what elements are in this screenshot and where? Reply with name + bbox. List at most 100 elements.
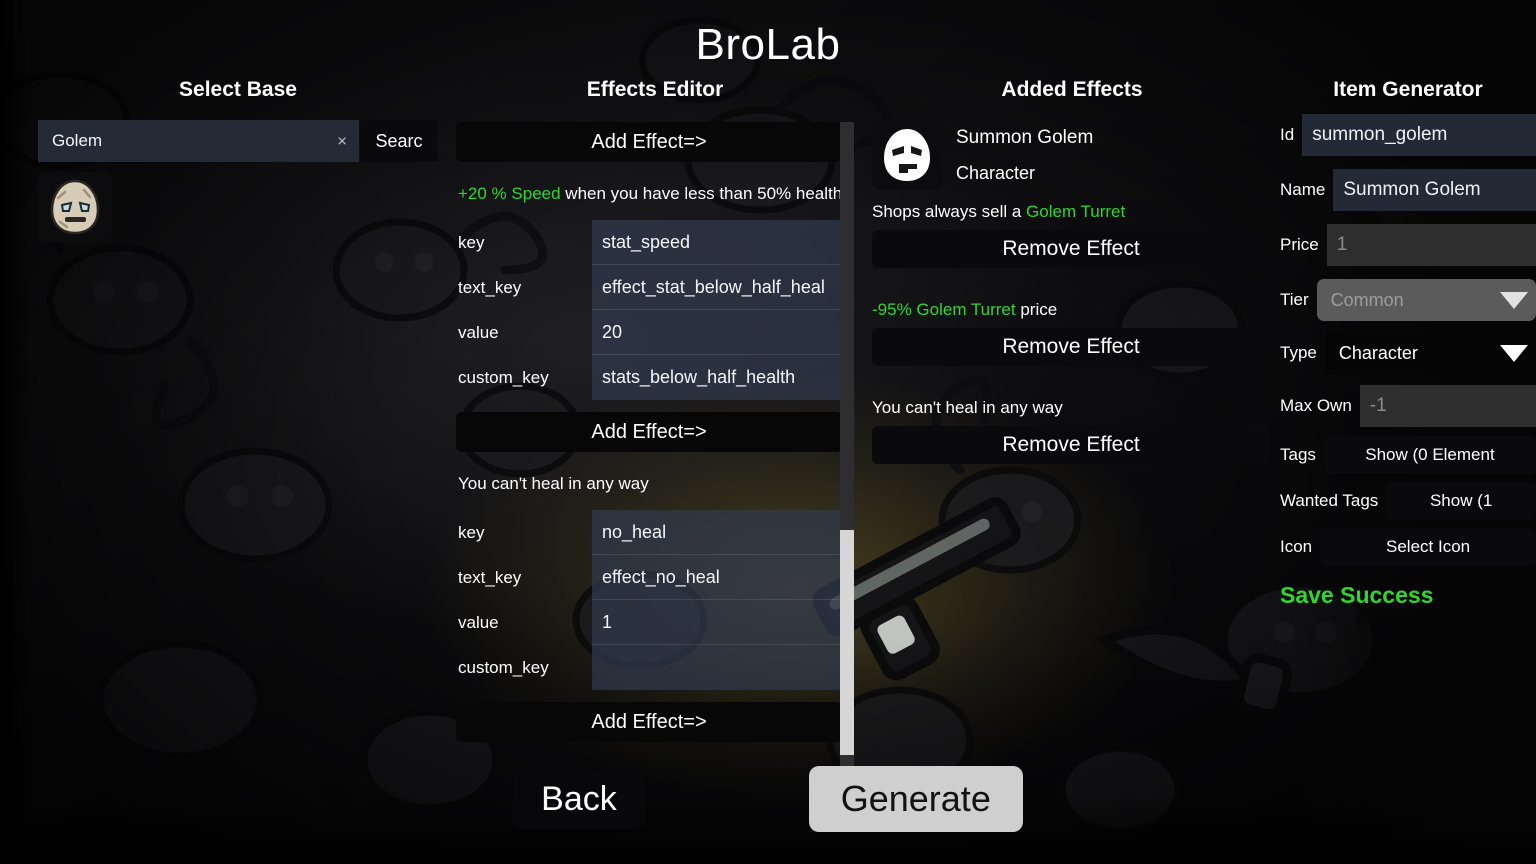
field-label-custom-key: custom_key: [458, 367, 549, 387]
item-price-row: Price 1: [1280, 224, 1536, 266]
added-effect-entry: -95% Golem Turret price Remove Effect: [872, 300, 1272, 366]
clear-icon[interactable]: ×: [337, 133, 347, 150]
left-edge-shade: [0, 0, 30, 864]
back-button[interactable]: Back: [513, 769, 645, 829]
added-effect-highlight: -95% Golem Turret: [872, 300, 1016, 319]
golem-white-head-icon: [884, 129, 930, 181]
item-generator-panel: Item Generator Id summon_golem Name Summ…: [1280, 78, 1536, 609]
added-effect-suffix: price: [1015, 300, 1058, 319]
item-type-select[interactable]: Character: [1324, 332, 1536, 374]
item-tier-select[interactable]: Common: [1316, 279, 1536, 321]
effect-block: +20 % Speed when you have less than 50% …: [456, 184, 842, 400]
added-item-icon-frame: [872, 120, 942, 190]
chevron-down-icon: [1500, 291, 1528, 309]
field-row-custom-key: custom_key: [456, 645, 842, 690]
field-label-text-key: text_key: [458, 567, 522, 587]
field-row-text-key: text_key effect_stat_below_half_heal: [456, 265, 842, 310]
item-tags-label: Tags: [1280, 445, 1316, 464]
added-item-type: Character: [956, 162, 1036, 183]
effect-description: +20 % Speed when you have less than 50% …: [456, 184, 842, 204]
added-effect-highlight: Golem Turret: [1026, 202, 1126, 221]
item-icon-label: Icon: [1280, 537, 1313, 556]
effects-editor-panel: Effects Editor Add Effect=> +20 % Speed …: [456, 78, 854, 774]
item-type-row: Type Character: [1280, 332, 1536, 374]
select-base-panel: Select Base Golem × Searc: [38, 78, 438, 242]
field-input-key[interactable]: no_heal: [592, 510, 842, 555]
effect-description-highlight: +20 % Speed: [458, 184, 561, 203]
item-price-label: Price: [1280, 235, 1319, 254]
item-tags-show-button[interactable]: Show (0 Element: [1323, 436, 1536, 474]
field-input-custom-key[interactable]: [592, 645, 842, 690]
field-row-value: value 20: [456, 310, 842, 355]
effects-scrollbar-track[interactable]: [840, 122, 854, 774]
add-effect-button-0[interactable]: Add Effect=>: [456, 122, 842, 162]
added-effects-title: Added Effects: [1001, 78, 1143, 101]
field-row-custom-key: custom_key stats_below_half_health: [456, 355, 842, 400]
item-type-label: Type: [1280, 343, 1317, 362]
golem-head-icon: [50, 179, 100, 235]
field-input-text-key[interactable]: effect_stat_below_half_heal: [592, 265, 842, 310]
added-effect-description: Shops always sell a Golem Turret: [872, 202, 1272, 222]
added-effects-panel: Added Effects Summon Golem Character Sho…: [872, 78, 1272, 464]
added-item-name: Summon Golem: [956, 126, 1094, 148]
search-button[interactable]: Searc: [360, 120, 438, 162]
chevron-down-icon: [1500, 344, 1528, 362]
effect-description-rest: You can't heal in any way: [458, 474, 649, 493]
field-label-value: value: [458, 322, 499, 342]
remove-effect-button-2[interactable]: Remove Effect: [872, 426, 1270, 464]
field-input-value[interactable]: 20: [592, 310, 842, 355]
item-max-own-input[interactable]: -1: [1359, 385, 1536, 427]
save-status-text: Save Success: [1280, 582, 1434, 608]
item-max-own-label: Max Own: [1280, 396, 1352, 415]
item-name-input[interactable]: Summon Golem: [1333, 169, 1536, 211]
remove-effect-button-1[interactable]: Remove Effect: [872, 328, 1270, 366]
item-name-label: Name: [1280, 180, 1326, 199]
field-row-text-key: text_key effect_no_heal: [456, 555, 842, 600]
item-icon-row: Icon Select Icon: [1280, 528, 1536, 566]
effect-block: You can't heal in any way key no_heal te…: [456, 474, 842, 690]
add-effect-button-1[interactable]: Add Effect=>: [456, 412, 842, 452]
base-result-card-golem[interactable]: [38, 172, 112, 242]
added-effect-prefix: You can't heal in any way: [872, 398, 1063, 417]
item-id-row: Id summon_golem: [1280, 114, 1536, 156]
page-title: BroLab: [695, 20, 841, 69]
remove-effect-button-0[interactable]: Remove Effect: [872, 230, 1270, 268]
item-name-row: Name Summon Golem: [1280, 169, 1536, 211]
added-effect-description: -95% Golem Turret price: [872, 300, 1272, 320]
select-icon-button[interactable]: Select Icon: [1320, 528, 1536, 566]
item-id-label: Id: [1280, 125, 1295, 144]
effect-description: You can't heal in any way: [456, 474, 842, 494]
item-wanted-tags-show-button[interactable]: Show (1: [1386, 482, 1536, 520]
field-label-key: key: [458, 522, 485, 542]
select-base-title: Select Base: [179, 78, 297, 101]
field-label-text-key: text_key: [458, 277, 522, 297]
item-max-own-row: Max Own -1: [1280, 385, 1536, 427]
field-row-key: key stat_speed: [456, 220, 842, 265]
effects-list: Add Effect=> +20 % Speed when you have l…: [456, 122, 842, 742]
effects-scroll-area[interactable]: Add Effect=> +20 % Speed when you have l…: [456, 122, 854, 774]
effects-editor-title: Effects Editor: [586, 78, 724, 101]
generate-button[interactable]: Generate: [808, 766, 1023, 832]
field-label-custom-key: custom_key: [458, 657, 549, 677]
field-input-key[interactable]: stat_speed: [592, 220, 842, 265]
item-tier-row: Tier Common: [1280, 279, 1536, 321]
field-input-text-key[interactable]: effect_no_heal: [592, 555, 842, 600]
effects-scrollbar-thumb[interactable]: [840, 530, 854, 755]
added-item-meta: Summon Golem Character: [956, 127, 1093, 184]
item-wanted-tags-label: Wanted Tags: [1280, 491, 1379, 510]
field-label-key: key: [458, 232, 485, 252]
item-price-input[interactable]: 1: [1326, 224, 1536, 266]
field-input-custom-key[interactable]: stats_below_half_health: [592, 355, 842, 400]
base-search-row: Golem × Searc: [38, 120, 438, 162]
added-item-header: Summon Golem Character: [872, 120, 1272, 190]
add-effect-button-2[interactable]: Add Effect=>: [456, 702, 842, 742]
base-search-value: Golem: [52, 131, 103, 150]
base-results-list: [38, 172, 438, 242]
footer-button-bar: Back Generate: [0, 766, 1536, 832]
field-label-value: value: [458, 612, 499, 632]
base-search-input[interactable]: Golem ×: [38, 120, 359, 162]
field-input-value[interactable]: 1: [592, 600, 842, 645]
item-tags-row: Tags Show (0 Element: [1280, 436, 1536, 474]
item-tier-value: Common: [1330, 289, 1404, 310]
item-id-input[interactable]: summon_golem: [1302, 114, 1536, 156]
